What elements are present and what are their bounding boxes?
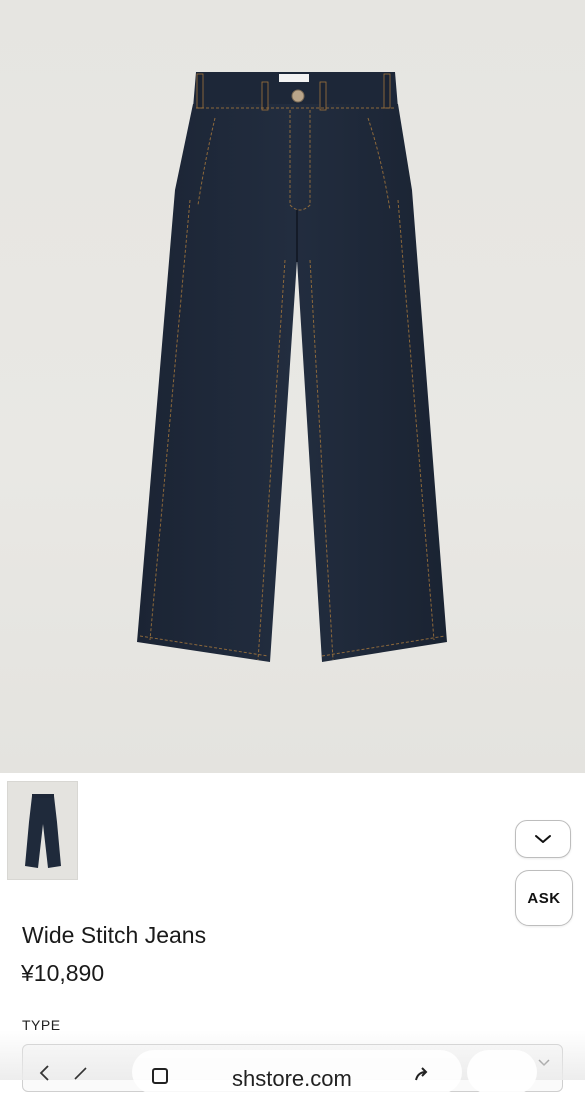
share-icon[interactable] — [412, 1064, 432, 1084]
product-title: Wide Stitch Jeans — [22, 922, 207, 948]
tabs-icon[interactable] — [150, 1064, 170, 1084]
product-thumbnail[interactable] — [7, 781, 78, 880]
back-icon[interactable] — [36, 1064, 54, 1082]
ask-button[interactable]: ASK — [515, 870, 573, 926]
chevron-down-icon — [535, 835, 551, 843]
jeans-illustration — [137, 72, 447, 662]
product-price: ¥10,890 — [21, 960, 105, 986]
edit-icon[interactable] — [72, 1064, 90, 1082]
more-button[interactable] — [467, 1050, 537, 1094]
collapse-button[interactable] — [515, 820, 571, 858]
product-main-image[interactable] — [0, 0, 585, 773]
address-url: shstore.com — [232, 1066, 352, 1091]
browser-toolbar: shstore.com — [22, 1050, 563, 1094]
jeans-thumbnail-illustration — [25, 794, 61, 868]
